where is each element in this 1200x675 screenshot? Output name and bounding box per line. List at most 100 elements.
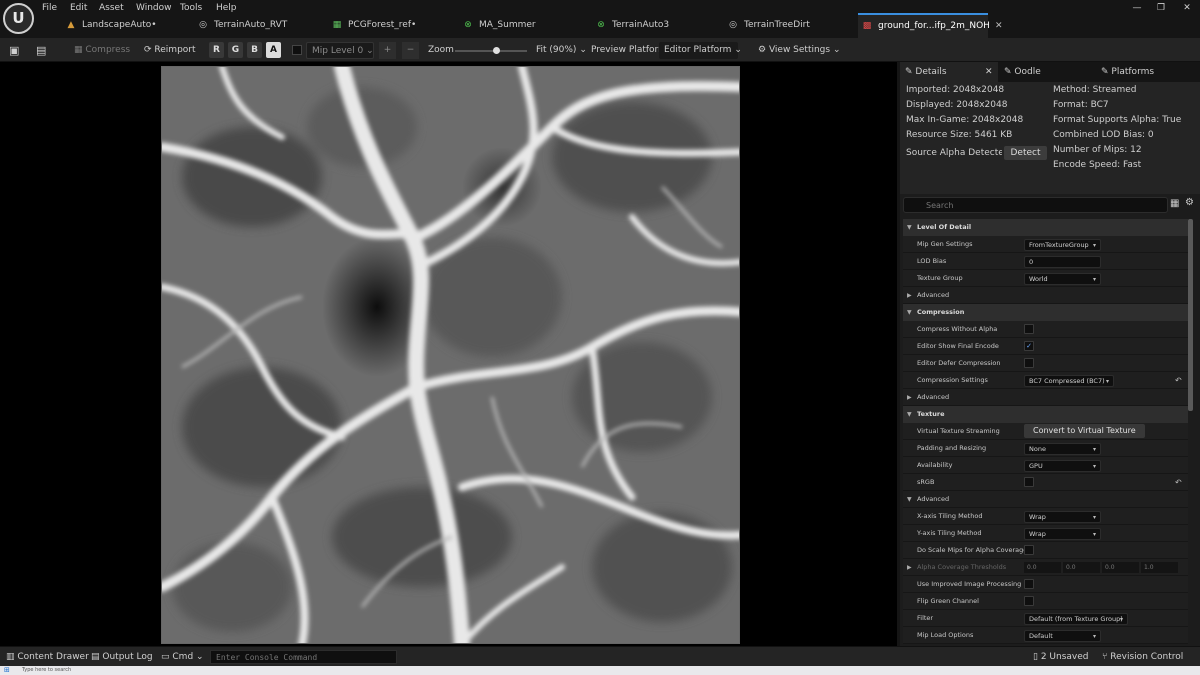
alpha-threshold-x[interactable]: 0.0: [1024, 562, 1061, 573]
content-drawer-icon: ▥: [6, 652, 15, 662]
filter-dropdown[interactable]: Default (from Texture Group) ▾: [1024, 613, 1128, 625]
title-bar: U File Edit Asset Window Tools Help ▲ Lan…: [0, 0, 1200, 38]
zoom-slider-handle[interactable]: [493, 47, 500, 54]
channel-r-toggle[interactable]: R: [209, 42, 224, 58]
row-scale-mips-alpha: Do Scale Mips for Alpha Coverage: [903, 542, 1188, 559]
unsaved-label: 2 Unsaved: [1040, 652, 1089, 662]
padding-dropdown[interactable]: None ▾: [1024, 443, 1101, 455]
info-num-mips: Number of Mips: 12: [1053, 145, 1142, 155]
minimize-icon[interactable]: —: [1128, 2, 1146, 14]
row-texture-advanced[interactable]: ▼ Advanced: [903, 491, 1188, 508]
menu-window[interactable]: Window: [136, 1, 172, 15]
channel-b-toggle[interactable]: B: [247, 42, 262, 58]
menu-edit[interactable]: Edit: [70, 1, 87, 15]
category-level-of-detail[interactable]: ▼ Level Of Detail: [903, 219, 1188, 236]
details-scrollbar[interactable]: [1188, 219, 1193, 411]
row-availability: Availability GPU ▾: [903, 457, 1188, 474]
view-settings-button[interactable]: ⚙ View Settings ⌄: [758, 42, 841, 59]
fit-dropdown[interactable]: Fit (90%) ⌄: [536, 42, 587, 59]
reimport-button[interactable]: ⟳ Reimport: [144, 42, 196, 59]
close-icon[interactable]: ✕: [985, 62, 993, 82]
texture-preview-image[interactable]: [161, 66, 740, 644]
pencil-icon: ✎: [1101, 67, 1109, 77]
unreal-logo[interactable]: U: [3, 3, 34, 34]
defer-compression-checkbox[interactable]: [1024, 358, 1034, 368]
mip-increase-button[interactable]: +: [379, 42, 396, 59]
texture-group-dropdown[interactable]: World ▾: [1024, 273, 1101, 285]
mip-gen-dropdown[interactable]: FromTextureGroup ▾: [1024, 239, 1101, 251]
category-compression[interactable]: ▼ Compression: [903, 304, 1188, 321]
info-format: Format: BC7: [1053, 100, 1109, 110]
taskbar-search[interactable]: Type here to search: [22, 666, 71, 675]
browse-icon[interactable]: ▤: [36, 42, 46, 59]
row-y-tiling: Y-axis Tiling Method Wrap ▾: [903, 525, 1188, 542]
alpha-threshold-y[interactable]: 0.0: [1063, 562, 1100, 573]
search-input[interactable]: [903, 197, 1168, 213]
detect-button[interactable]: Detect: [1004, 146, 1047, 160]
x-tiling-dropdown[interactable]: Wrap ▾: [1024, 511, 1101, 523]
reset-arrow-icon[interactable]: ↶: [1175, 372, 1182, 389]
menu-file[interactable]: File: [42, 1, 57, 15]
mip-checkbox[interactable]: [292, 45, 302, 55]
channel-g-toggle[interactable]: G: [228, 42, 243, 58]
tab-texture-active[interactable]: ▩ ground_for...ifp_2m_NOH ✕: [858, 13, 1002, 38]
tab-terrainauto3[interactable]: ⊗ TerrainAuto3: [596, 15, 669, 36]
alpha-threshold-z[interactable]: 0.0: [1102, 562, 1139, 573]
tab-ma-summer[interactable]: ⊗ MA_Summer: [463, 15, 535, 36]
chevron-down-icon: ⌄: [196, 652, 204, 662]
console-command-input[interactable]: [210, 650, 397, 664]
mip-load-dropdown[interactable]: Default ▾: [1024, 630, 1101, 642]
row-compression-advanced[interactable]: ▶ Advanced: [903, 389, 1188, 406]
cmd-dropdown[interactable]: ▭ Cmd ⌄: [161, 647, 204, 667]
menu-tools[interactable]: Tools: [180, 1, 202, 15]
convert-to-virtual-texture-button[interactable]: Convert to Virtual Texture: [1024, 424, 1145, 438]
compress-button[interactable]: ▦ Compress: [74, 42, 130, 59]
texture-viewport[interactable]: [0, 62, 897, 646]
tab-label: PCGForest_ref•: [348, 20, 417, 30]
zoom-slider-track[interactable]: [455, 50, 527, 52]
maximize-icon[interactable]: ❐: [1152, 2, 1170, 14]
scale-mips-checkbox[interactable]: [1024, 545, 1034, 555]
reset-arrow-icon[interactable]: ↶: [1175, 474, 1182, 491]
info-lod-bias: Combined LOD Bias: 0: [1053, 130, 1154, 140]
alpha-threshold-w[interactable]: 1.0: [1141, 562, 1178, 573]
tab-platforms[interactable]: ✎ Platforms: [1101, 62, 1154, 82]
srgb-checkbox[interactable]: [1024, 477, 1034, 487]
compression-settings-dropdown[interactable]: BC7 Compressed (BC7) ▾: [1024, 375, 1114, 387]
menu-help[interactable]: Help: [216, 1, 237, 15]
tab-landscapeauto[interactable]: ▲ LandscapeAuto•: [66, 15, 157, 36]
show-final-encode-checkbox[interactable]: ✓: [1024, 341, 1034, 351]
gear-icon[interactable]: ⚙: [1185, 197, 1194, 208]
tab-terraintreedirt[interactable]: ◎ TerrainTreeDirt: [728, 15, 810, 36]
window-close-icon[interactable]: ✕: [1178, 2, 1196, 14]
tab-oodle[interactable]: ✎ Oodle: [1004, 62, 1041, 82]
table-view-icon[interactable]: ▦: [1170, 198, 1179, 209]
compress-without-alpha-checkbox[interactable]: [1024, 324, 1034, 334]
tab-pcgforest[interactable]: ▦ PCGForest_ref•: [332, 15, 417, 36]
content-drawer-button[interactable]: ▥ Content Drawer: [6, 647, 89, 667]
details-search-row: ⌕ ▦ ⚙: [900, 194, 1200, 218]
row-editor-defer-compression: Editor Defer Compression: [903, 355, 1188, 372]
tab-terrainauto-rvt[interactable]: ◎ TerrainAuto_RVT: [198, 15, 287, 36]
channel-a-toggle[interactable]: A: [266, 42, 281, 58]
y-tiling-dropdown[interactable]: Wrap ▾: [1024, 528, 1101, 540]
category-texture[interactable]: ▼ Texture: [903, 406, 1188, 423]
preview-platform-dropdown[interactable]: Editor Platform ⌄: [659, 42, 742, 59]
flip-green-checkbox[interactable]: [1024, 596, 1034, 606]
toolbar: ▣ ▤ ▦ Compress ⟳ Reimport R G B A Mip Le…: [0, 38, 1200, 62]
fit-value: Fit (90%): [536, 45, 577, 55]
menu-asset[interactable]: Asset: [99, 1, 124, 15]
improved-processing-checkbox[interactable]: [1024, 579, 1034, 589]
row-lod-advanced[interactable]: ▶ Advanced: [903, 287, 1188, 304]
mip-decrease-button[interactable]: −: [402, 42, 419, 59]
save-icon[interactable]: ▣: [9, 42, 19, 59]
availability-dropdown[interactable]: GPU ▾: [1024, 460, 1101, 472]
close-icon[interactable]: ✕: [995, 21, 1003, 31]
unsaved-button[interactable]: ▯ 2 Unsaved: [1033, 647, 1089, 667]
windows-start-icon[interactable]: ⊞: [4, 666, 10, 675]
tab-details[interactable]: ✎ Details ✕: [900, 62, 998, 82]
revision-control-button[interactable]: ⑂ Revision Control: [1102, 647, 1183, 667]
output-log-button[interactable]: ▤ Output Log: [91, 647, 153, 667]
mip-level-dropdown[interactable]: Mip Level 0 ⌄: [306, 42, 374, 59]
lod-bias-input[interactable]: 0: [1024, 256, 1101, 268]
